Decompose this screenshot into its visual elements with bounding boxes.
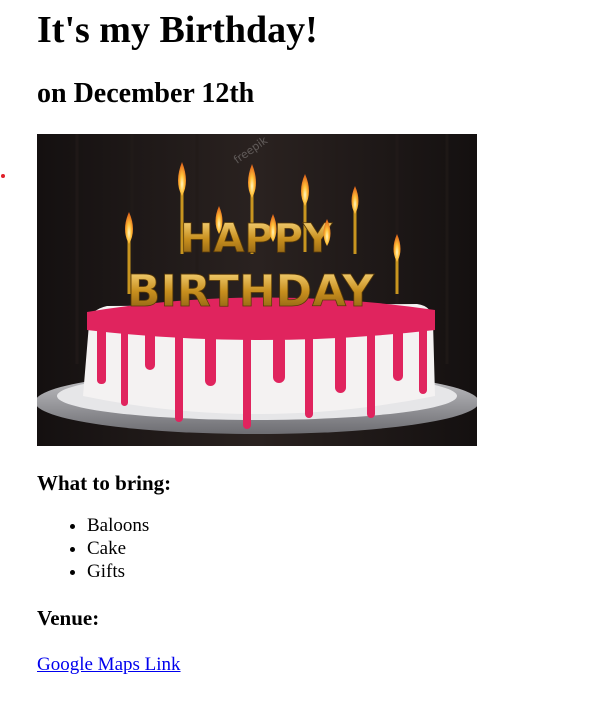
cake-text-bottom: BIRTHDAY xyxy=(127,266,375,317)
main-content: It's my Birthday! on December 12th HAPPY… xyxy=(37,0,597,677)
bring-list: Baloons Cake Gifts xyxy=(37,514,597,583)
marker-dot xyxy=(1,174,5,178)
page-subtitle: on December 12th xyxy=(37,78,255,109)
page: It's my Birthday! on December 12th HAPPY… xyxy=(0,0,614,706)
bring-heading: What to bring: xyxy=(37,471,172,495)
bring-item: Baloons xyxy=(87,514,597,537)
bring-item: Cake xyxy=(87,537,597,560)
cake-text-top: HAPPY xyxy=(180,216,333,262)
birthday-cake-image: HAPPY BIRTHDAY freepik xyxy=(37,134,477,446)
page-title: It's my Birthday! xyxy=(37,9,318,51)
venue-heading: Venue: xyxy=(37,606,100,630)
bring-item: Gifts xyxy=(87,560,597,583)
google-maps-link[interactable]: Google Maps Link xyxy=(37,653,181,677)
